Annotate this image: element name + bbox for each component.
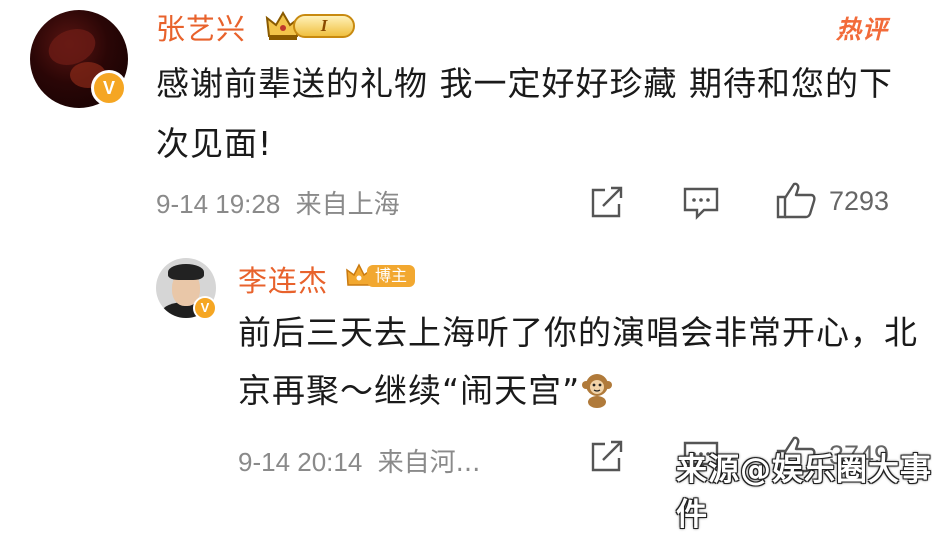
verified-badge-icon: V: [193, 296, 217, 320]
comment-author-name[interactable]: 张艺兴: [156, 6, 246, 48]
blogger-label: 博主: [367, 265, 415, 287]
verified-badge-icon: V: [91, 70, 127, 106]
blogger-badge: 博主: [345, 261, 417, 291]
level-badge[interactable]: I: [265, 10, 357, 42]
comment-location: 来自上海: [295, 190, 400, 220]
avatar-shape: [168, 264, 204, 280]
share-icon[interactable]: [589, 186, 625, 220]
hot-comment-label: 热评: [836, 15, 889, 44]
reply-location: 来自河...: [377, 448, 481, 478]
share-icon[interactable]: [589, 440, 625, 474]
comment-text: 感谢前辈送的礼物 我一定好好珍藏 期待和您的下次见面!: [156, 64, 893, 163]
like-count: 7293: [829, 186, 890, 216]
monkey-emoji: [582, 374, 613, 408]
reply-text: 前后三天去上海听了你的演唱会非常开心，北京再聚～继续“闹天宫”: [238, 304, 928, 420]
like-icon[interactable]: [775, 180, 817, 220]
comment-meta: 9-14 19:28 来自上海: [156, 184, 400, 221]
level-label: I: [293, 14, 355, 38]
reply-meta: 9-14 20:14 来自河...: [238, 442, 480, 479]
comment-icon[interactable]: [682, 186, 720, 220]
reply-author-name[interactable]: 李连杰: [238, 258, 328, 300]
reply-time: 9-14 20:14: [238, 447, 363, 477]
watermark: 来源@娱乐圈大事件: [676, 452, 932, 533]
comment-time: 9-14 19:28: [156, 189, 281, 219]
reply-text-content: 前后三天去上海听了你的演唱会非常开心，北京再聚～继续“闹天宫”: [238, 313, 918, 410]
